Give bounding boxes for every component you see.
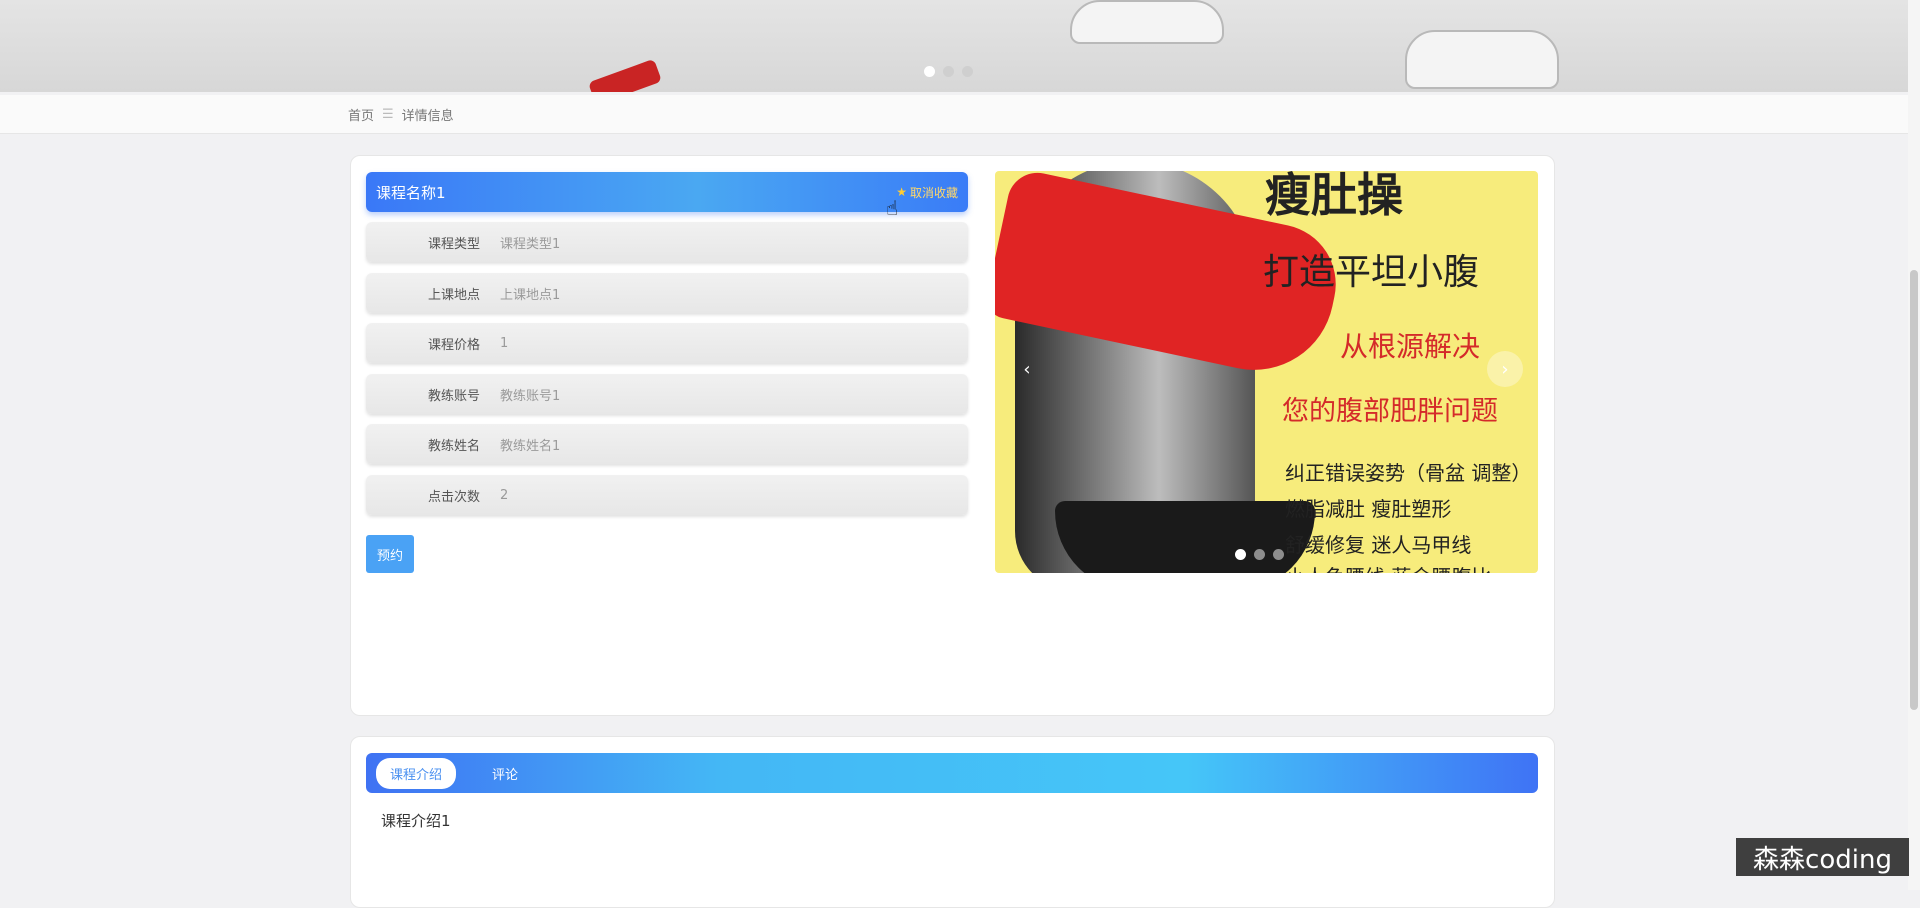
breadcrumb: 首页 ☰ 详情信息 (348, 105, 454, 124)
field-value: 课程类型1 (500, 236, 561, 252)
promo-text: 燃脂减肚 瘦肚塑形 (1285, 497, 1452, 521)
field-label: 教练账号 (427, 388, 480, 404)
carousel-dot[interactable] (1235, 549, 1246, 560)
unfavorite-label: 取消收藏 (909, 185, 958, 200)
field-row-course-type: 课程类型 课程类型1 (366, 222, 968, 262)
field-row-click-count: 点击次数 2 (366, 475, 968, 515)
carousel-dot[interactable] (1254, 549, 1265, 560)
banner-shoe-graphic (1070, 0, 1224, 44)
watermark: 森森coding (1736, 838, 1909, 876)
top-banner-carousel (0, 0, 1908, 92)
banner-pagination (924, 66, 973, 77)
field-row-coach-name: 教练姓名 教练姓名1 (366, 424, 968, 464)
course-intro-text: 课程介绍1 (381, 812, 451, 830)
banner-dot[interactable] (943, 66, 954, 77)
banner-dot[interactable] (924, 66, 935, 77)
promo-text: 瘦肚操 (1265, 171, 1403, 222)
field-value: 上课地点1 (500, 287, 561, 303)
book-button[interactable]: 预约 (366, 535, 414, 573)
carousel-prev-icon[interactable]: ‹ (1009, 351, 1045, 387)
hand-cursor-icon: ☝ (886, 196, 899, 220)
field-value: 教练姓名1 (500, 438, 561, 454)
banner-shoe-graphic (1405, 30, 1559, 89)
promo-figure-graphic (1055, 501, 1315, 573)
field-row-coach-account: 教练账号 教练账号1 (366, 374, 968, 414)
field-row-price: 课程价格 1 (366, 323, 968, 363)
course-image-carousel: 瘦肚操 打造平坦小腹 从根源解决 您的腹部肥胖问题 纠正错误姿势（骨盆 调整） … (995, 171, 1538, 573)
carousel-dot[interactable] (1273, 549, 1284, 560)
banner-rope-graphic (588, 58, 662, 92)
promo-text: 从根源解决 (1340, 330, 1481, 363)
field-value: 2 (500, 487, 509, 503)
breadcrumb-separator-icon: ☰ (382, 107, 394, 122)
breadcrumb-current: 详情信息 (401, 109, 454, 124)
breadcrumb-bar: 首页 ☰ 详情信息 (0, 95, 1908, 134)
tab-comments[interactable]: 评论 (478, 758, 532, 789)
page-scrollbar-thumb[interactable] (1910, 270, 1918, 710)
field-label: 点击次数 (427, 489, 480, 505)
banner-dot[interactable] (962, 66, 973, 77)
field-row-location: 上课地点 上课地点1 (366, 273, 968, 313)
promo-text: 纠正错误姿势（骨盆 调整） (1285, 461, 1532, 485)
field-value: 教练账号1 (500, 388, 561, 404)
tab-course-intro[interactable]: 课程介绍 (376, 757, 457, 789)
breadcrumb-home[interactable]: 首页 (348, 105, 374, 124)
promo-text: 您的腹部肥胖问题 (1282, 396, 1498, 427)
carousel-next-icon[interactable]: › (1487, 351, 1523, 387)
promo-text: 舒缓修复 迷人马甲线 (1285, 533, 1472, 557)
course-title-bar: 课程名称1 ★ 取消收藏 (366, 172, 968, 212)
field-value: 1 (500, 335, 509, 351)
promo-text: 打造平坦小腹 (1263, 252, 1480, 293)
field-label: 课程价格 (427, 337, 480, 353)
promo-text: 小人鱼腰线 蓝金腰腹比 (1285, 561, 1491, 573)
field-label: 教练姓名 (427, 438, 480, 454)
field-label: 课程类型 (427, 236, 480, 252)
carousel-pagination (1235, 549, 1284, 560)
field-label: 上课地点 (427, 287, 480, 303)
course-title: 课程名称1 (376, 183, 446, 202)
unfavorite-button[interactable]: ★ 取消收藏 (896, 184, 958, 201)
tab-bar: 课程介绍 评论 (366, 753, 1538, 793)
